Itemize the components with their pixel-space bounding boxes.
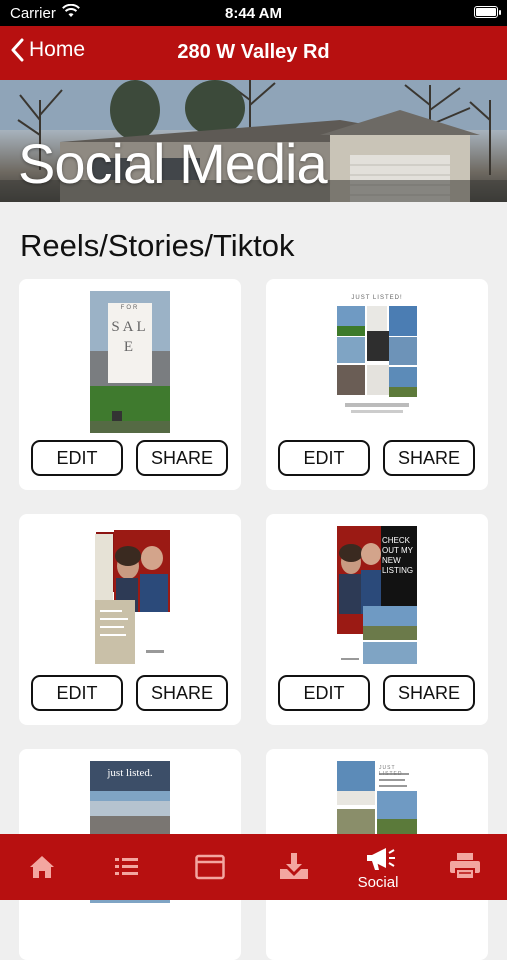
- list-icon: [115, 858, 138, 875]
- template-card: FOR SALE EDIT SHARE: [19, 279, 241, 490]
- tab-social[interactable]: Social: [336, 834, 420, 900]
- template-card: EDIT SHARE: [19, 514, 241, 725]
- preview-text: just listed.: [107, 767, 153, 779]
- share-button[interactable]: SHARE: [136, 440, 228, 476]
- status-bar: Carrier 8:44 AM: [0, 0, 507, 26]
- template-preview: FOR SALE: [90, 291, 170, 433]
- tab-download[interactable]: [252, 834, 336, 900]
- edit-button[interactable]: EDIT: [31, 675, 123, 711]
- preview-text: CHECK OUT MY NEW LISTING: [382, 536, 414, 575]
- header-banner: Social Media: [0, 80, 507, 202]
- printer-icon: [450, 853, 480, 880]
- preview-small-text: FOR: [120, 305, 140, 311]
- battery-icon: [474, 6, 501, 18]
- edit-button[interactable]: EDIT: [31, 440, 123, 476]
- tab-list[interactable]: [84, 834, 168, 900]
- preview-text: SALE: [111, 319, 149, 355]
- edit-button[interactable]: EDIT: [278, 675, 370, 711]
- status-time: 8:44 AM: [225, 5, 282, 22]
- section-title: Reels/Stories/Tiktok: [20, 228, 295, 263]
- home-icon: [30, 856, 54, 878]
- tab-bar: Social: [0, 834, 507, 900]
- megaphone-icon: [367, 848, 395, 870]
- template-preview: JUST LISTED!: [337, 291, 417, 433]
- navigation-bar: Home 280 W Valley Rd: [0, 26, 507, 80]
- share-button[interactable]: SHARE: [383, 675, 475, 711]
- template-card: CHECK OUT MY NEW LISTING EDIT SHARE: [266, 514, 488, 725]
- download-icon: [280, 853, 308, 879]
- page-title: 280 W Valley Rd: [177, 41, 330, 63]
- template-card: JUST LISTED! EDIT SHARE: [266, 279, 488, 490]
- share-button[interactable]: SHARE: [383, 440, 475, 476]
- template-preview: CHECK OUT MY NEW LISTING: [337, 526, 417, 668]
- tab-print[interactable]: [420, 834, 504, 900]
- tab-home[interactable]: [0, 834, 84, 900]
- banner-title: Social Media: [18, 132, 328, 195]
- browser-icon: [195, 854, 225, 880]
- share-button[interactable]: SHARE: [136, 675, 228, 711]
- tab-social-label: Social: [357, 874, 399, 891]
- tab-browser[interactable]: [168, 834, 252, 900]
- template-preview: [90, 526, 170, 668]
- edit-button[interactable]: EDIT: [278, 440, 370, 476]
- preview-text: JUST LISTED: [379, 765, 403, 777]
